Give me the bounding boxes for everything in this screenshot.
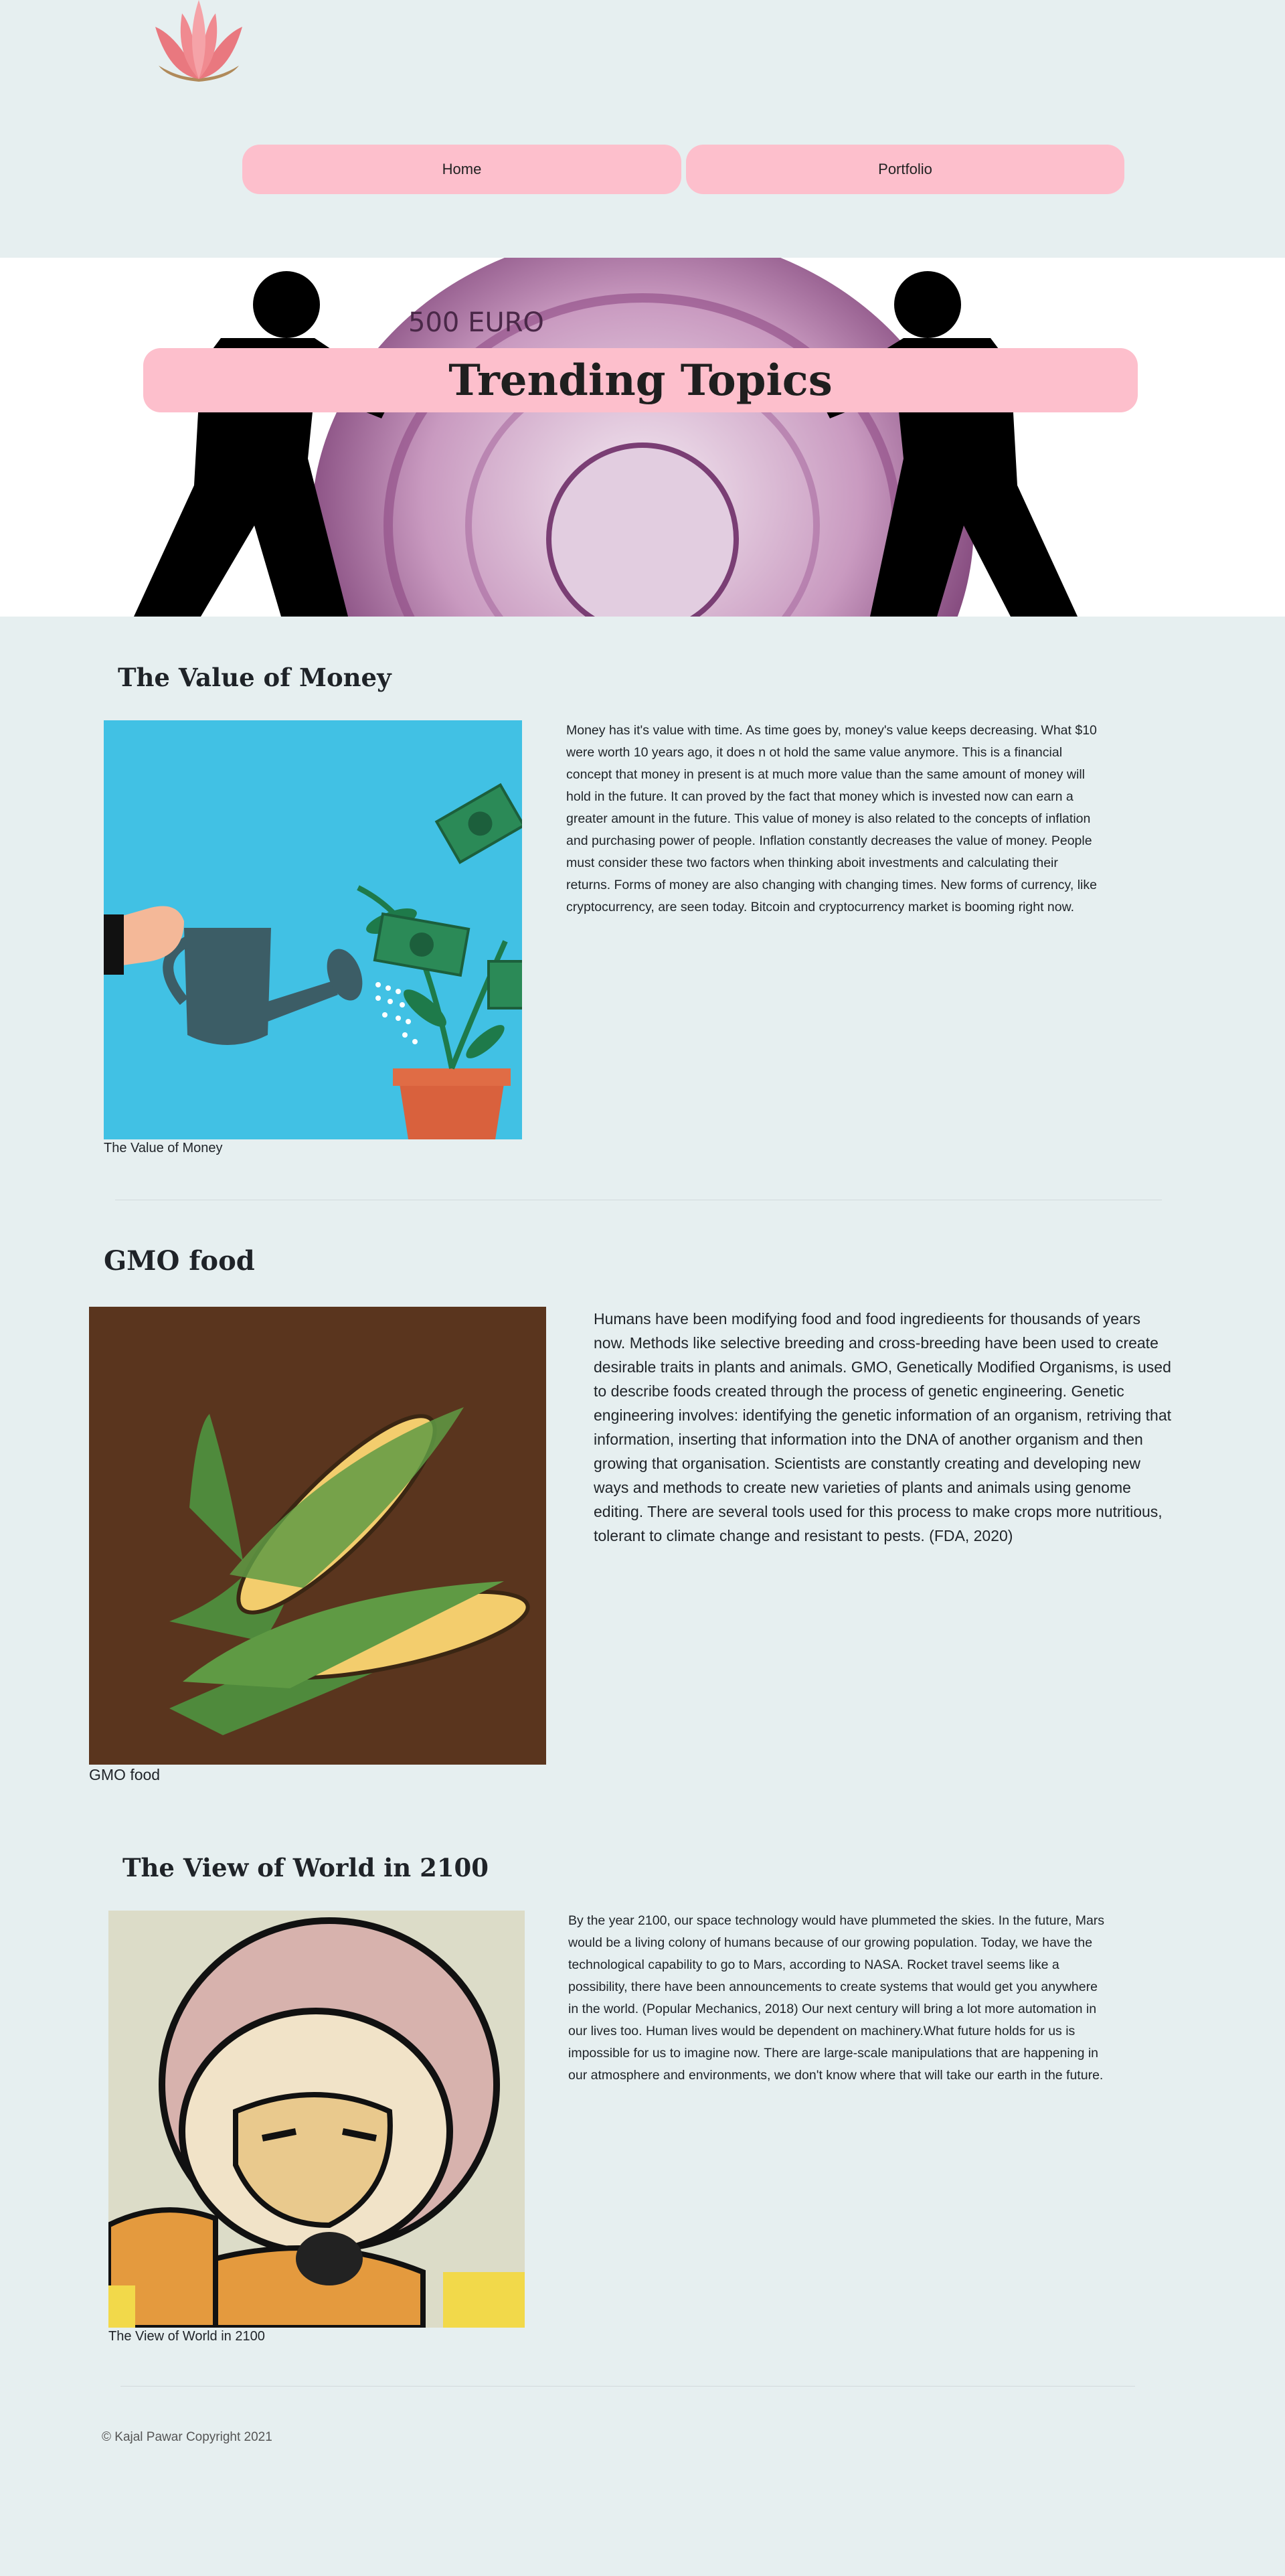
- corn-illustration: [89, 1307, 546, 1765]
- section-title-gmo-food: GMO food: [104, 1245, 255, 1277]
- hero-illustration: 500 EURO: [134, 258, 1078, 617]
- nav-home-label: Home: [442, 161, 482, 177]
- nav-portfolio-button[interactable]: Portfolio: [686, 145, 1124, 194]
- lotus-icon[interactable]: [142, 0, 256, 88]
- section-text-gmo-food: Humans have been modifying food and food…: [594, 1310, 1171, 1544]
- section-title-view-of-world-2100: The View of World in 2100: [122, 1853, 489, 1882]
- watering-money-plant-illustration: [104, 720, 522, 1139]
- section-text-view-of-world-2100: By the year 2100, our space technology w…: [568, 1913, 1105, 2083]
- hero-title: Trending Topics: [143, 348, 1138, 412]
- hero-banner-note: 500 EURO: [408, 307, 544, 338]
- section-divider: [120, 2386, 1135, 2387]
- section-title-value-of-money: The Value of Money: [118, 663, 392, 692]
- hero-banner: 500 EURO: [0, 258, 1285, 617]
- footer-copyright: © Kajal Pawar Copyright 2021: [102, 2430, 272, 2444]
- image-caption: The View of World in 2100: [108, 2329, 265, 2344]
- section-text-value-of-money: Money has it's value with time. As time …: [566, 723, 1097, 914]
- astronaut-illustration: [108, 1911, 525, 2328]
- nav-home-button[interactable]: Home: [242, 145, 681, 194]
- image-caption: The Value of Money: [104, 1141, 223, 1155]
- image-caption: GMO food: [89, 1766, 161, 1783]
- nav-portfolio-label: Portfolio: [878, 161, 932, 177]
